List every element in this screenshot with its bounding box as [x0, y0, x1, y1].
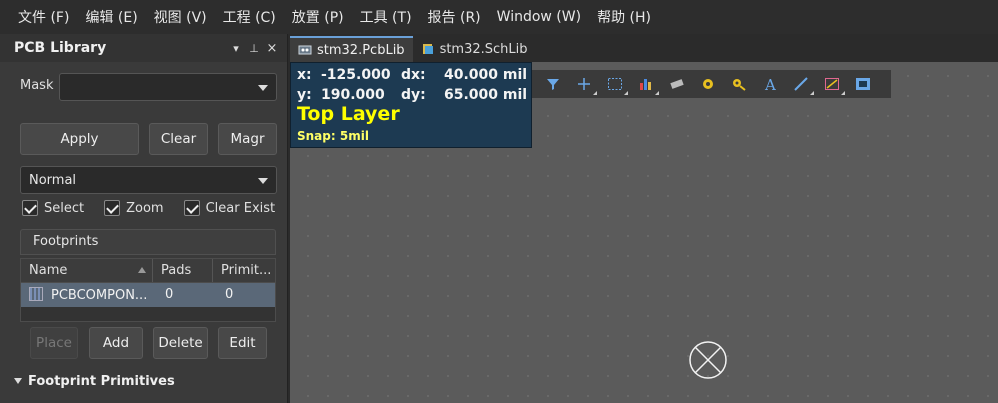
- footprints-table: Name Pads Primit... PCBCOMPON... 0 0: [20, 258, 276, 322]
- menu-place[interactable]: 放置 (P): [284, 7, 352, 27]
- menu-reports[interactable]: 报告 (R): [420, 7, 489, 27]
- close-icon[interactable]: ×: [263, 41, 281, 56]
- chevron-down-icon[interactable]: [258, 85, 268, 91]
- row-primitives: 0: [225, 287, 234, 302]
- crosshair-icon[interactable]: [568, 72, 599, 96]
- filter-mode-value: Normal: [29, 173, 77, 188]
- hud-y-value: 190.000: [321, 87, 385, 103]
- menu-bar: 文件 (F) 编辑 (E) 视图 (V) 工程 (C) 放置 (P) 工具 (T…: [0, 0, 998, 34]
- region-icon[interactable]: [816, 72, 847, 96]
- sort-icon: [138, 267, 146, 273]
- add-button[interactable]: Add: [89, 327, 143, 359]
- text-icon[interactable]: A: [754, 72, 785, 96]
- checkbox-icon[interactable]: [22, 200, 38, 216]
- menu-help[interactable]: 帮助 (H): [589, 7, 659, 27]
- chevron-down-icon[interactable]: [258, 178, 268, 184]
- pcb-icon: [298, 45, 312, 55]
- row-name: PCBCOMPON...: [51, 288, 148, 303]
- select-rect-icon[interactable]: [599, 72, 630, 96]
- column-name-label: Name: [29, 263, 68, 278]
- column-pads[interactable]: Pads: [153, 259, 213, 282]
- pad-icon[interactable]: [692, 72, 723, 96]
- magnify-button[interactable]: Magr: [218, 123, 277, 155]
- footprint-primitives-label: Footprint Primitives: [28, 374, 175, 389]
- hud-dx-value: 40.000 mil: [444, 67, 528, 83]
- coordinate-hud: x: -125.000 dx: 40.000 mil y: 190.000 dy…: [290, 62, 532, 148]
- row-pads: 0: [165, 287, 174, 302]
- document-tabs: stm32.PcbLib stm32.SchLib: [290, 34, 998, 62]
- filter-mode-select[interactable]: Normal: [20, 166, 277, 194]
- filter-icon[interactable]: [537, 72, 568, 96]
- hud-layer: Top Layer: [297, 103, 400, 125]
- panel-header: PCB Library ▾ ⊥ ×: [0, 34, 287, 62]
- checkbox-icon[interactable]: [104, 200, 121, 216]
- row-name-cell: PCBCOMPON...: [21, 283, 153, 307]
- tab-schlib[interactable]: stm32.SchLib: [413, 36, 536, 62]
- column-primitives[interactable]: Primit...: [213, 259, 275, 282]
- pin-icon[interactable]: ⊥: [245, 42, 263, 55]
- sch-icon: [422, 44, 433, 54]
- clear-existing-label: Clear Exist: [205, 200, 276, 216]
- footprint-icon: [29, 287, 43, 301]
- select-checkbox[interactable]: Select: [22, 200, 84, 216]
- zoom-checkbox[interactable]: Zoom: [104, 200, 164, 216]
- clear-existing-checkbox[interactable]: Clear Exist: [183, 200, 276, 216]
- select-label: Select: [44, 200, 85, 216]
- apply-button[interactable]: Apply: [20, 123, 139, 155]
- line-icon[interactable]: [785, 72, 816, 96]
- edit-button[interactable]: Edit: [218, 327, 267, 359]
- chart-icon[interactable]: [630, 72, 661, 96]
- menu-tools[interactable]: 工具 (T): [352, 7, 420, 27]
- panel-menu-icon[interactable]: ▾: [227, 42, 245, 55]
- hud-dy-value: 65.000 mil: [444, 87, 528, 103]
- tab-schlib-label: stm32.SchLib: [439, 41, 528, 57]
- mask-label: Mask: [20, 78, 54, 93]
- menu-window[interactable]: Window (W): [489, 9, 589, 25]
- column-name[interactable]: Name: [21, 259, 153, 282]
- panel-title: PCB Library: [14, 40, 107, 56]
- place-button[interactable]: Place: [30, 327, 78, 359]
- hud-y-label: y:: [297, 87, 312, 103]
- zoom-label: Zoom: [126, 200, 164, 216]
- tab-pcblib-label: stm32.PcbLib: [317, 42, 405, 58]
- footprint-primitives-header[interactable]: Footprint Primitives: [14, 374, 175, 389]
- delete-button[interactable]: Delete: [153, 327, 208, 359]
- hud-x-label: x:: [297, 67, 312, 83]
- menu-view[interactable]: 视图 (V): [146, 7, 215, 27]
- hud-snap: Snap: 5mil: [297, 129, 369, 143]
- menu-file[interactable]: 文件 (F): [10, 7, 77, 27]
- component-icon[interactable]: [661, 72, 692, 96]
- table-row[interactable]: PCBCOMPON... 0 0: [21, 283, 275, 307]
- menu-project[interactable]: 工程 (C): [215, 7, 284, 27]
- menu-edit[interactable]: 编辑 (E): [77, 7, 145, 27]
- svg-text:A: A: [764, 77, 776, 91]
- board-icon[interactable]: [847, 72, 878, 96]
- clear-button[interactable]: Clear: [149, 123, 208, 155]
- mask-input[interactable]: [59, 73, 277, 101]
- checkbox-icon[interactable]: [183, 200, 200, 216]
- hud-dy-label: dy:: [401, 87, 426, 103]
- footprints-header: Footprints: [20, 229, 276, 255]
- chevron-down-icon: [14, 378, 22, 384]
- pcb-canvas[interactable]: A x: -125.000 dx: 40.000 mil y: 190.000 …: [290, 62, 998, 403]
- tab-pcblib[interactable]: stm32.PcbLib: [290, 36, 413, 62]
- hud-x-value: -125.000: [321, 67, 391, 83]
- pcb-library-panel: PCB Library ▾ ⊥ × Mask Apply Clear Magr …: [0, 34, 288, 403]
- via-icon[interactable]: [723, 72, 754, 96]
- table-header: Name Pads Primit...: [21, 259, 275, 283]
- origin-marker-icon: [689, 341, 727, 379]
- active-bar-toolbar: A: [531, 70, 891, 98]
- hud-dx-label: dx:: [401, 67, 426, 83]
